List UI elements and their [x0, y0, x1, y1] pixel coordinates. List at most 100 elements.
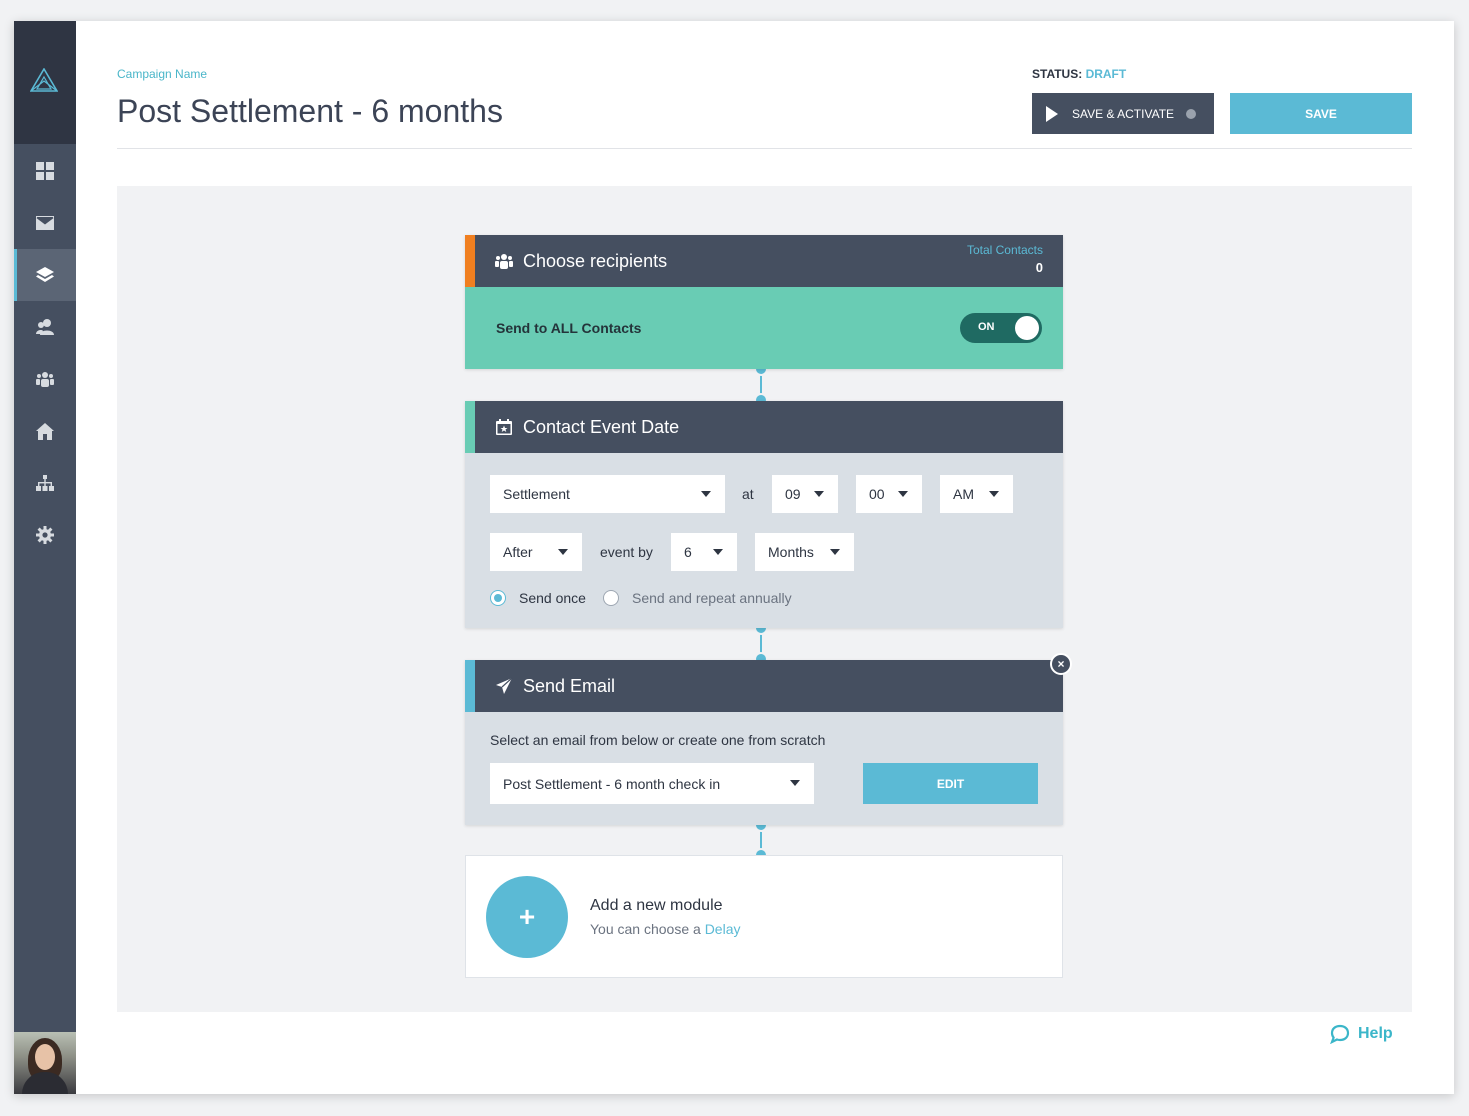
email-template-value: Post Settlement - 6 month check in	[503, 775, 721, 792]
event-type-select[interactable]: Settlement	[490, 475, 725, 513]
email-template-select[interactable]: Post Settlement - 6 month check in	[490, 763, 814, 804]
play-icon	[1046, 105, 1058, 122]
send-email-module-body: Select an email from below or create one…	[465, 712, 1063, 825]
chevron-down-icon	[989, 491, 999, 497]
nav-properties[interactable]	[14, 405, 76, 457]
status-label: STATUS:	[1032, 67, 1083, 81]
send-all-label: Send to ALL Contacts	[496, 320, 642, 336]
app-window: Campaign Name Post Settlement - 6 months…	[14, 21, 1454, 1094]
minute-value: 00	[869, 486, 885, 502]
logo[interactable]	[14, 21, 76, 144]
logo-icon	[30, 68, 58, 92]
offset-value: 6	[684, 544, 692, 560]
add-module-button[interactable]: +	[486, 876, 568, 958]
group-icon	[495, 252, 513, 270]
campaign-name-label: Campaign Name	[117, 67, 208, 81]
add-module-subtitle-text: You can choose a	[590, 921, 701, 937]
module-color-stripe	[465, 401, 475, 453]
module-color-stripe	[465, 660, 475, 712]
module-color-stripe	[465, 235, 475, 287]
save-and-activate-button[interactable]: SAVE & ACTIVATE	[1032, 93, 1214, 134]
close-icon[interactable]: ×	[1050, 653, 1072, 675]
header-divider	[117, 148, 1412, 149]
recipients-module-title: Choose recipients	[523, 250, 668, 271]
paper-plane-icon	[495, 677, 513, 695]
gear-icon	[36, 526, 54, 544]
nav-settings[interactable]	[14, 509, 76, 561]
send-email-module-title: Send Email	[523, 675, 616, 696]
home-icon	[36, 422, 54, 440]
direction-select[interactable]: After	[490, 533, 582, 571]
status-dot-icon	[1186, 108, 1197, 119]
offset-select[interactable]: 6	[671, 533, 737, 571]
chevron-down-icon	[790, 780, 800, 786]
toggle-state-label: ON	[978, 321, 995, 333]
nav-campaigns[interactable]	[14, 249, 76, 301]
nav-contacts[interactable]	[14, 301, 76, 353]
send-all-toggle[interactable]: ON	[960, 313, 1042, 343]
send-repeat-label[interactable]: Send and repeat annually	[632, 590, 792, 606]
dashboard-icon	[36, 162, 54, 180]
send-email-module: × Send Email Select an email from below …	[465, 653, 1072, 825]
avatar[interactable]	[14, 1032, 76, 1094]
add-module-subtitle: You can choose a Delay	[590, 921, 740, 937]
add-module-card: + Add a new module You can choose a Dela…	[465, 855, 1063, 978]
chevron-down-icon	[713, 549, 723, 555]
save-button[interactable]: SAVE	[1230, 93, 1412, 134]
chevron-down-icon	[830, 549, 840, 555]
sidebar	[14, 21, 76, 1094]
ampm-select[interactable]: AM	[940, 475, 1013, 513]
unit-select[interactable]: Months	[755, 533, 854, 571]
send-repeat-radio[interactable]	[603, 590, 619, 606]
chevron-down-icon	[701, 491, 711, 497]
hour-select[interactable]: 09	[772, 475, 838, 513]
event-date-module: Contact Event Date Settlement at 09 00 A…	[465, 401, 1063, 628]
nav-organization[interactable]	[14, 457, 76, 509]
send-email-module-header: Send Email	[465, 660, 1063, 712]
edit-button[interactable]: EDIT	[863, 763, 1038, 804]
delay-link[interactable]: Delay	[705, 921, 741, 937]
save-and-activate-label: SAVE & ACTIVATE	[1072, 106, 1175, 121]
chevron-down-icon	[558, 549, 568, 555]
nav-groups[interactable]	[14, 353, 76, 405]
unit-value: Months	[768, 544, 814, 560]
status-indicator: STATUS: DRAFT	[1032, 67, 1126, 81]
event-by-label: event by	[600, 544, 653, 560]
page-title[interactable]: Post Settlement - 6 months	[117, 93, 503, 130]
org-chart-icon	[36, 475, 54, 491]
total-contacts-label: Total Contacts	[966, 243, 1043, 257]
send-once-radio[interactable]	[490, 590, 506, 606]
mail-icon	[36, 216, 54, 230]
chevron-down-icon	[898, 491, 908, 497]
recipients-module: Choose recipients Total Contacts 0 Send …	[465, 235, 1063, 369]
nav-dashboard[interactable]	[14, 145, 76, 197]
toggle-knob	[1015, 316, 1039, 340]
direction-value: After	[503, 544, 533, 560]
chat-bubble-icon	[1330, 1024, 1350, 1044]
status-badge: DRAFT	[1085, 67, 1127, 81]
help-link[interactable]: Help	[1330, 1024, 1393, 1044]
recipients-module-header: Choose recipients Total Contacts 0	[465, 235, 1063, 287]
group-icon	[36, 372, 54, 387]
at-label: at	[742, 486, 754, 502]
add-module-title: Add a new module	[590, 897, 723, 914]
nav-mail[interactable]	[14, 197, 76, 249]
event-type-value: Settlement	[503, 486, 570, 502]
workflow-canvas: Choose recipients Total Contacts 0 Send …	[117, 186, 1412, 1012]
total-contacts: Total Contacts 0	[967, 243, 1043, 275]
send-email-hint: Select an email from below or create one…	[490, 732, 826, 748]
event-date-module-body: Settlement at 09 00 AM After event by 6 …	[465, 453, 1063, 628]
calendar-icon	[495, 418, 513, 436]
event-date-module-title: Contact Event Date	[523, 416, 680, 437]
chevron-down-icon	[814, 491, 824, 497]
recipients-module-body: Send to ALL Contacts ON	[465, 287, 1063, 369]
help-label: Help	[1358, 1025, 1393, 1042]
total-contacts-count: 0	[1035, 260, 1043, 275]
send-once-label[interactable]: Send once	[519, 590, 586, 606]
event-date-module-header: Contact Event Date	[465, 401, 1063, 453]
hour-value: 09	[785, 486, 801, 502]
minute-select[interactable]: 00	[856, 475, 922, 513]
layers-icon	[36, 267, 54, 282]
contacts-icon	[36, 319, 54, 335]
ampm-value: AM	[953, 486, 974, 502]
